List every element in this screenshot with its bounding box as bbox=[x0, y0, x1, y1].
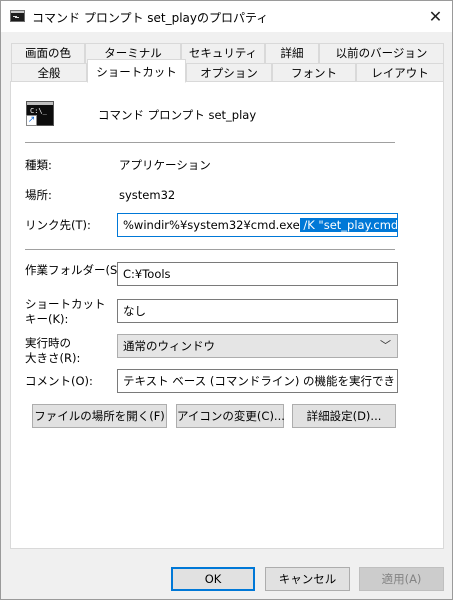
close-button[interactable]: ✕ bbox=[419, 1, 452, 32]
tab-details[interactable]: 詳細 bbox=[265, 43, 319, 63]
location-value: system32 bbox=[119, 188, 176, 202]
apply-button[interactable]: 適用(A) bbox=[359, 567, 444, 591]
tab-colors[interactable]: 画面の色 bbox=[11, 43, 85, 63]
tab-shortcut[interactable]: ショートカット bbox=[87, 59, 186, 83]
target-selected-text: /K "set_play.cmd" bbox=[299, 218, 397, 232]
divider bbox=[25, 142, 395, 143]
type-label: 種類: bbox=[25, 158, 52, 172]
tab-previous-versions[interactable]: 以前のバージョン bbox=[319, 43, 444, 63]
target-text: %windir%¥system32¥cmd.exe bbox=[123, 218, 300, 232]
run-select[interactable]: 通常のウィンドウ ﹀ bbox=[117, 334, 398, 358]
tab-options[interactable]: オプション bbox=[186, 63, 272, 83]
ok-button[interactable]: OK bbox=[171, 567, 255, 591]
window-title: コマンド プロンプト set_playのプロパティ bbox=[32, 11, 269, 25]
hotkey-input[interactable]: なし bbox=[117, 299, 398, 323]
comment-input[interactable]: テキスト ベース (コマンドライン) の機能を実行できます。 bbox=[117, 369, 398, 393]
tab-general[interactable]: 全般 bbox=[11, 63, 87, 83]
run-select-value: 通常のウィンドウ bbox=[123, 339, 215, 353]
location-label: 場所: bbox=[25, 188, 52, 202]
shortcut-arrow-icon: ↗ bbox=[26, 115, 37, 126]
start-in-label: 作業フォルダー(S): bbox=[25, 263, 126, 277]
cancel-button[interactable]: キャンセル bbox=[265, 567, 350, 591]
run-label-line2: 大きさ(R): bbox=[25, 351, 81, 365]
divider bbox=[25, 249, 395, 250]
target-input[interactable]: %windir%¥system32¥cmd.exe /K "set_play.c… bbox=[117, 213, 398, 237]
open-file-location-button[interactable]: ファイルの場所を開く(F) bbox=[32, 404, 167, 428]
properties-dialog: コマンド プロンプト set_playのプロパティ ✕ 画面の色 ターミナル セ… bbox=[0, 0, 453, 600]
chevron-down-icon: ﹀ bbox=[380, 339, 391, 352]
comment-label: コメント(O): bbox=[25, 374, 93, 388]
tab-security[interactable]: セキュリティ bbox=[181, 43, 265, 63]
hotkey-label-line1: ショートカット bbox=[25, 297, 106, 311]
advanced-button[interactable]: 詳細設定(D)... bbox=[292, 404, 396, 428]
title-bar: コマンド プロンプト set_playのプロパティ ✕ bbox=[1, 1, 452, 32]
run-label-line1: 実行時の bbox=[25, 336, 71, 350]
change-icon-button[interactable]: アイコンの変更(C)... bbox=[176, 404, 285, 428]
tab-font[interactable]: フォント bbox=[272, 63, 356, 83]
tab-layout[interactable]: レイアウト bbox=[356, 63, 444, 83]
hotkey-label-line2: キー(K): bbox=[25, 312, 69, 326]
shortcut-name: コマンド プロンプト set_play bbox=[98, 108, 257, 122]
cmd-icon bbox=[10, 10, 25, 22]
type-value: アプリケーション bbox=[119, 158, 211, 172]
target-label: リンク先(T): bbox=[25, 218, 91, 232]
start-in-input[interactable]: C:¥Tools bbox=[117, 262, 398, 286]
